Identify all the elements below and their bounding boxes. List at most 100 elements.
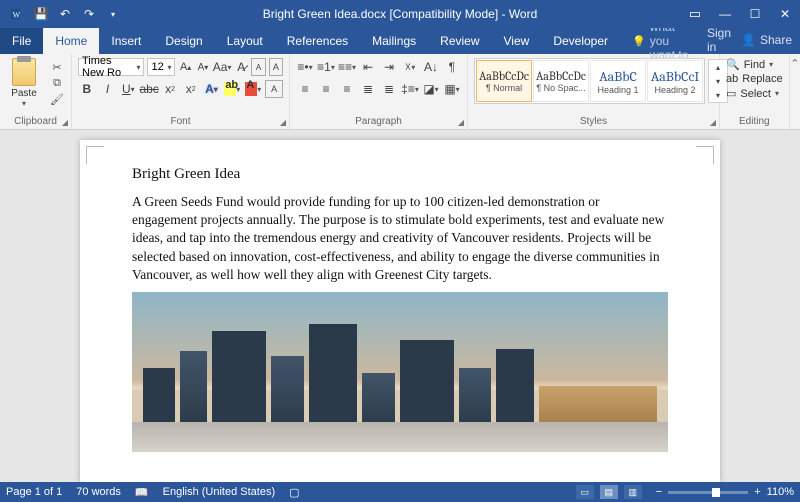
select-button[interactable]: ▭Select▾ bbox=[726, 87, 783, 100]
sort-icon[interactable]: A↓ bbox=[422, 58, 440, 76]
char-border-icon[interactable]: A bbox=[269, 58, 283, 76]
shrink-font-icon[interactable]: A▾ bbox=[196, 58, 210, 76]
numbering-icon[interactable]: ≡1▾ bbox=[317, 58, 335, 76]
replace-label: Replace bbox=[742, 73, 782, 85]
font-color-icon[interactable]: A▾ bbox=[244, 80, 262, 98]
superscript-icon[interactable]: x2 bbox=[182, 80, 200, 98]
undo-icon[interactable]: ↶ bbox=[56, 5, 74, 23]
italic-icon[interactable]: I bbox=[99, 80, 117, 98]
copy-icon[interactable]: ⧉ bbox=[49, 76, 65, 90]
chevron-down-icon: ▾ bbox=[167, 63, 171, 72]
title-bar: W 💾 ↶ ↷ ▾ Bright Green Idea.docx [Compat… bbox=[0, 0, 800, 28]
zoom-in-icon[interactable]: + bbox=[754, 486, 760, 498]
tell-me-search[interactable]: 💡Tell me what you want to do... bbox=[620, 28, 707, 54]
document-canvas[interactable]: Bright Green Idea A Green Seeds Fund wou… bbox=[0, 130, 800, 482]
phonetic-guide-icon[interactable]: A bbox=[251, 58, 265, 76]
web-layout-icon[interactable]: ▥ bbox=[624, 485, 642, 499]
redo-icon[interactable]: ↷ bbox=[80, 5, 98, 23]
page-number[interactable]: Page 1 of 1 bbox=[6, 486, 62, 498]
replace-button[interactable]: ab Replace bbox=[726, 73, 783, 85]
group-label-font: Font bbox=[78, 114, 283, 127]
bullets-icon[interactable]: ≡•▾ bbox=[296, 58, 314, 76]
zoom-level[interactable]: 110% bbox=[767, 486, 794, 498]
font-size-combo[interactable]: 12▾ bbox=[147, 58, 175, 76]
clear-formatting-icon[interactable]: A̷ bbox=[234, 58, 248, 76]
tab-mailings[interactable]: Mailings bbox=[360, 28, 428, 54]
multilevel-list-icon[interactable]: ≡≡▾ bbox=[338, 58, 356, 76]
image-water bbox=[132, 422, 668, 452]
text-effects-icon[interactable]: A▾ bbox=[203, 80, 221, 98]
collapse-ribbon-icon[interactable]: ⌃ bbox=[790, 54, 800, 129]
save-icon[interactable]: 💾 bbox=[32, 5, 50, 23]
language-status[interactable]: English (United States) bbox=[163, 486, 276, 498]
maximize-button[interactable]: ☐ bbox=[740, 0, 770, 28]
paste-button[interactable]: Paste ▾ bbox=[6, 58, 42, 108]
increase-indent-icon[interactable]: ⇥ bbox=[380, 58, 398, 76]
tab-design[interactable]: Design bbox=[153, 28, 214, 54]
justify-icon[interactable]: ≣ bbox=[359, 80, 377, 98]
paragraph-launcher-icon[interactable]: ◢ bbox=[458, 118, 464, 127]
document-body-text[interactable]: A Green Seeds Fund would provide funding… bbox=[132, 193, 668, 284]
zoom-out-icon[interactable]: − bbox=[656, 486, 662, 498]
bold-icon[interactable]: B bbox=[78, 80, 96, 98]
tab-insert[interactable]: Insert bbox=[99, 28, 153, 54]
style-no-spacing[interactable]: AaBbCcDc ¶ No Spac... bbox=[533, 60, 589, 102]
document-image[interactable] bbox=[132, 292, 668, 452]
change-case-icon[interactable]: Aa▾ bbox=[213, 58, 231, 76]
cut-icon[interactable]: ✂ bbox=[49, 60, 65, 74]
highlight-color-icon[interactable]: ab▾ bbox=[223, 80, 241, 98]
align-right-icon[interactable]: ≡ bbox=[338, 80, 356, 98]
share-button[interactable]: 👤Share bbox=[741, 33, 792, 47]
font-launcher-icon[interactable]: ◢ bbox=[280, 118, 286, 127]
style-heading-2[interactable]: AaBbCcI Heading 2 bbox=[647, 60, 703, 102]
zoom-thumb[interactable] bbox=[712, 488, 720, 497]
chevron-down-icon: ▾ bbox=[775, 89, 779, 98]
sign-in-link[interactable]: Sign in bbox=[707, 26, 731, 54]
zoom-slider[interactable] bbox=[668, 491, 748, 494]
styles-gallery[interactable]: AaBbCcDc ¶ Normal AaBbCcDc ¶ No Spac... … bbox=[474, 58, 705, 104]
spell-check-icon[interactable]: 📖 bbox=[135, 486, 149, 499]
style-preview: AaBbCcDc bbox=[536, 69, 586, 83]
subscript-icon[interactable]: x2 bbox=[161, 80, 179, 98]
font-name-combo[interactable]: Times New Ro▾ bbox=[78, 58, 144, 76]
tab-home[interactable]: Home bbox=[43, 28, 99, 54]
tab-review[interactable]: Review bbox=[428, 28, 491, 54]
print-layout-icon[interactable]: ▤ bbox=[600, 485, 618, 499]
strikethrough-icon[interactable]: abc bbox=[140, 80, 158, 98]
asian-layout-icon[interactable]: ☓▾ bbox=[401, 58, 419, 76]
borders-icon[interactable]: ▦▾ bbox=[443, 80, 461, 98]
group-font: Times New Ro▾ 12▾ A▴ A▾ Aa▾ A̷ A A B I U… bbox=[72, 54, 290, 129]
char-shading-icon[interactable]: A bbox=[265, 80, 283, 98]
line-spacing-icon[interactable]: ‡≡▾ bbox=[401, 80, 419, 98]
word-count[interactable]: 70 words bbox=[76, 486, 121, 498]
align-center-icon[interactable]: ≡ bbox=[317, 80, 335, 98]
shading-icon[interactable]: ◪▾ bbox=[422, 80, 440, 98]
ribbon-options-icon[interactable]: ▭ bbox=[680, 0, 710, 28]
document-title-text[interactable]: Bright Green Idea bbox=[132, 166, 668, 183]
macro-icon[interactable]: ▢ bbox=[289, 486, 299, 499]
close-button[interactable]: ✕ bbox=[770, 0, 800, 28]
tab-file[interactable]: File bbox=[0, 28, 43, 54]
tab-view[interactable]: View bbox=[492, 28, 542, 54]
qat-customize-icon[interactable]: ▾ bbox=[104, 5, 122, 23]
style-normal[interactable]: AaBbCcDc ¶ Normal bbox=[476, 60, 532, 102]
tab-developer[interactable]: Developer bbox=[541, 28, 620, 54]
align-left-icon[interactable]: ≡ bbox=[296, 80, 314, 98]
read-mode-icon[interactable]: ▭ bbox=[576, 485, 594, 499]
style-heading-1[interactable]: AaBbC Heading 1 bbox=[590, 60, 646, 102]
decrease-indent-icon[interactable]: ⇤ bbox=[359, 58, 377, 76]
tab-layout[interactable]: Layout bbox=[215, 28, 275, 54]
show-hide-icon[interactable]: ¶ bbox=[443, 58, 461, 76]
minimize-button[interactable]: — bbox=[710, 0, 740, 28]
underline-icon[interactable]: U▾ bbox=[119, 80, 137, 98]
find-button[interactable]: 🔍Find▾ bbox=[726, 58, 783, 71]
word-app-icon[interactable]: W bbox=[8, 5, 26, 23]
distributed-icon[interactable]: ≣ bbox=[380, 80, 398, 98]
tab-references[interactable]: References bbox=[275, 28, 360, 54]
replace-icon: ab bbox=[726, 73, 738, 85]
clipboard-launcher-icon[interactable]: ◢ bbox=[62, 118, 68, 127]
style-preview: AaBbC bbox=[599, 68, 637, 85]
format-painter-icon[interactable]: 🖌 bbox=[49, 92, 65, 106]
styles-launcher-icon[interactable]: ◢ bbox=[710, 118, 716, 127]
grow-font-icon[interactable]: A▴ bbox=[178, 58, 192, 76]
